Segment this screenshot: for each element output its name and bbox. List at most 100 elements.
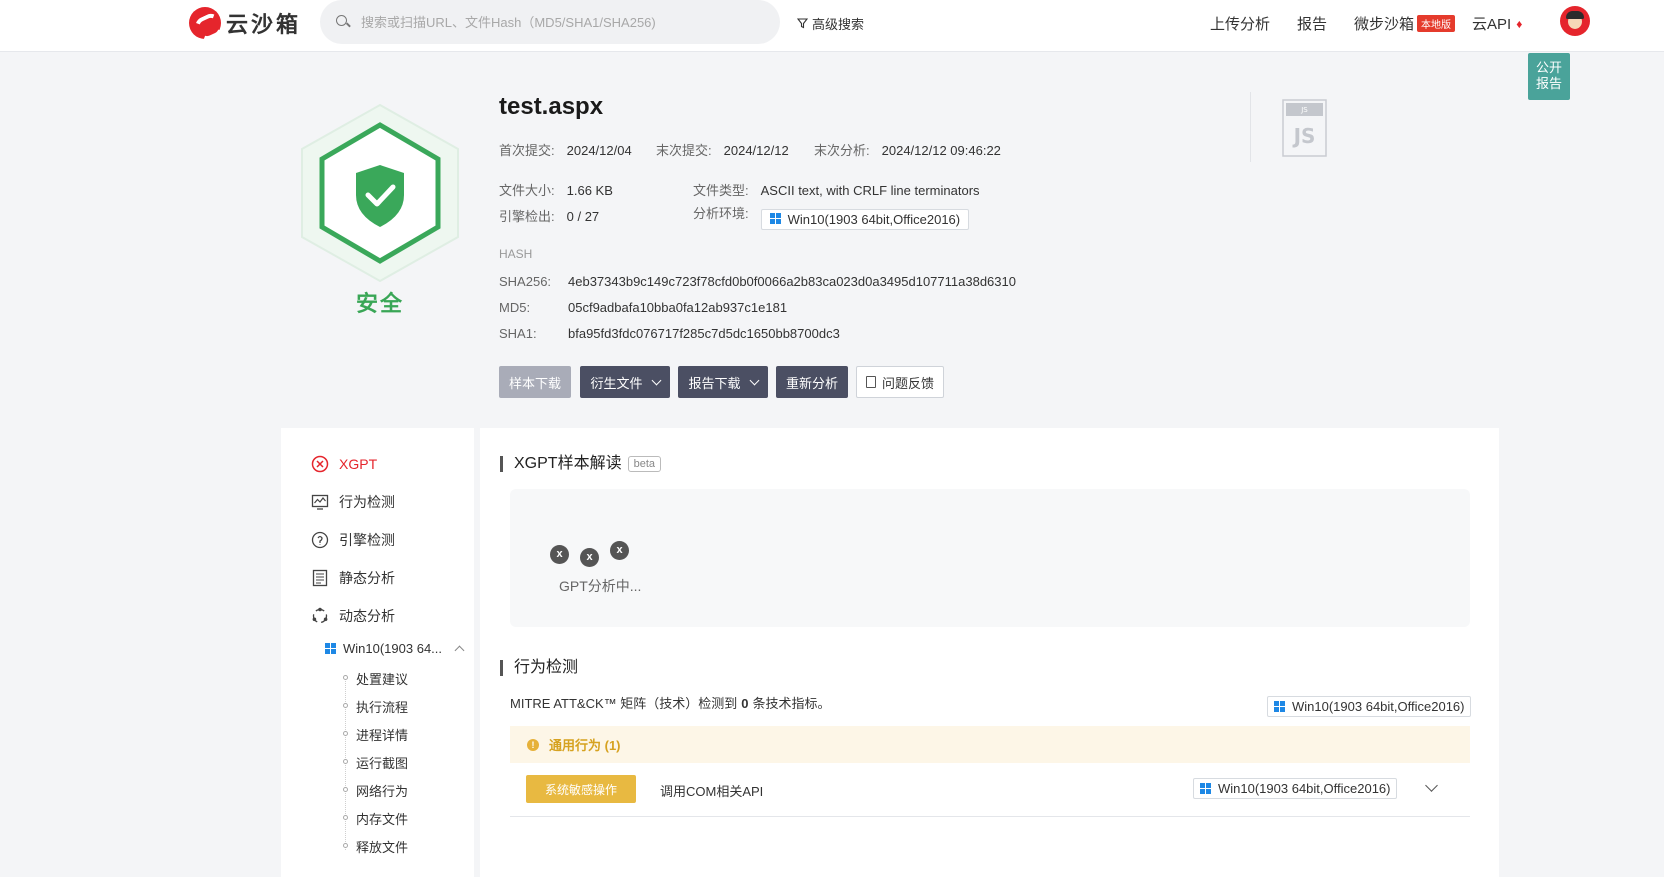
mitre-suffix: 条技术指标。 xyxy=(752,696,831,711)
sidebar-sub-item[interactable]: 执行流程 xyxy=(356,697,408,716)
windows-icon xyxy=(1274,700,1286,713)
sidebar-item-xgpt[interactable]: XGPT xyxy=(311,453,377,475)
sidebar-item-label: XGPT xyxy=(339,456,378,472)
monitor-chart-icon xyxy=(311,493,329,511)
nav-upload-analysis[interactable]: 上传分析 xyxy=(1210,13,1270,34)
md5-label: MD5: xyxy=(499,300,531,315)
analysis-env-label: 分析环境: xyxy=(693,206,749,221)
last-analysis-value: 2024/12/12 09:46:22 xyxy=(881,143,1001,158)
filter-icon xyxy=(797,18,808,29)
hash-heading: HASH xyxy=(499,247,533,261)
engine-detection: 引擎检出: 0 / 27 xyxy=(499,206,599,225)
file-name: test.aspx xyxy=(499,93,604,120)
sidebar-sub-item[interactable]: 处置建议 xyxy=(356,669,408,688)
chevron-down-icon xyxy=(651,375,661,385)
sidebar-env-toggle[interactable]: Win10(1903 64... xyxy=(325,641,465,656)
file-type-label: 文件类型: xyxy=(693,183,749,198)
public-report-line1: 公开 xyxy=(1535,60,1562,75)
sidebar-item-static[interactable]: 静态分析 xyxy=(311,567,395,589)
general-behavior-label: 通用行为 (1) xyxy=(549,738,621,753)
report-download-button[interactable]: 报告下载 xyxy=(678,366,768,398)
sidebar-sub-item[interactable]: 运行截图 xyxy=(356,753,408,772)
first-submit-value: 2024/12/04 xyxy=(566,143,632,158)
file-size: 文件大小: 1.66 KB xyxy=(499,180,613,199)
file-type-value: ASCII text, with CRLF line terminators xyxy=(760,183,980,198)
last-submit-label: 末次提交: xyxy=(656,143,712,158)
public-report-button[interactable]: 公开 报告 xyxy=(1528,53,1570,100)
search-input[interactable] xyxy=(361,14,761,30)
sidebar-sub-item[interactable]: 内存文件 xyxy=(356,809,408,828)
advanced-search-button[interactable]: 高级搜索 xyxy=(797,14,864,33)
first-submit-label: 首次提交: xyxy=(499,143,555,158)
chevron-down-icon xyxy=(749,375,759,385)
report-download-label: 报告下载 xyxy=(688,375,741,391)
sha1-value: bfa95fd3fdc076717f285c7d5dc1650bb8700dc3 xyxy=(568,326,840,341)
tree-bullet xyxy=(343,815,348,820)
last-submit-value: 2024/12/12 xyxy=(723,143,789,158)
behavior-title-text: 行为检测 xyxy=(514,659,579,676)
analysis-env-value: Win10(1903 64bit,Office2016) xyxy=(787,211,961,227)
nav-report[interactable]: 报告 xyxy=(1297,13,1327,34)
maple-leaf-icon: ♦ xyxy=(1516,16,1523,31)
xgpt-icon xyxy=(311,455,329,473)
nav-micro-sandbox[interactable]: 微步沙箱 本地版 xyxy=(1354,13,1456,34)
sidebar-sub-item[interactable]: 进程详情 xyxy=(356,725,408,744)
general-behavior-header[interactable]: ! 通用行为 (1) xyxy=(510,726,1470,763)
derived-files-button[interactable]: 衍生文件 xyxy=(580,366,670,398)
last-submit: 末次提交: 2024/12/12 xyxy=(656,140,789,159)
analysis-env-chip[interactable]: Win10(1903 64bit,Office2016) xyxy=(760,208,970,230)
sidebar-item-label: 静态分析 xyxy=(339,570,395,586)
logo-icon xyxy=(189,7,221,39)
behavior-row-env-chip: Win10(1903 64bit,Office2016) xyxy=(1193,778,1398,799)
sidebar-sub-item[interactable]: 释放文件 xyxy=(356,837,408,856)
sha256-label: SHA256: xyxy=(499,274,552,289)
list-document-icon xyxy=(311,569,329,587)
behavior-row-text: 调用COM相关API xyxy=(660,784,764,799)
loading-dot-icon: x xyxy=(580,548,599,567)
sidebar-item-label: 行为检测 xyxy=(339,494,395,510)
behavior-env-label: Win10(1903 64bit,Office2016) xyxy=(1292,699,1465,714)
xgpt-section-title: XGPT样本解读 beta xyxy=(500,456,661,472)
safety-verdict-badge xyxy=(298,103,462,283)
file-size-value: 1.66 KB xyxy=(566,183,613,198)
sidebar-sub-item[interactable]: 网络行为 xyxy=(356,781,408,800)
beta-badge: beta xyxy=(627,456,661,472)
last-analysis: 末次分析: 2024/12/12 09:46:22 xyxy=(814,140,1001,159)
sha1-row: SHA1: bfa95fd3fdc076717f285c7d5dc1650bb87… xyxy=(499,326,840,341)
xgpt-title-text: XGPT样本解读 xyxy=(514,455,622,472)
engine-detection-label: 引擎检出: xyxy=(499,209,555,224)
feedback-button[interactable]: 问题反馈 xyxy=(856,366,944,398)
behavior-env-chip[interactable]: Win10(1903 64bit,Office2016) xyxy=(1267,696,1472,717)
engine-detection-value: 0 / 27 xyxy=(566,209,600,224)
search-bar[interactable] xyxy=(320,0,780,44)
last-analysis-label: 末次分析: xyxy=(814,143,870,158)
derived-files-label: 衍生文件 xyxy=(590,375,643,391)
tree-bullet xyxy=(343,787,348,792)
sha1-label: SHA1: xyxy=(499,326,537,341)
file-size-label: 文件大小: xyxy=(499,183,555,198)
js-file-big-label: JS xyxy=(1292,124,1316,148)
loading-dot-icon: x xyxy=(610,541,629,560)
sidebar-item-engine[interactable]: 引擎检测 xyxy=(311,529,395,551)
logo[interactable]: 云沙箱 xyxy=(189,7,301,39)
sha256-value: 4eb37343b9c149c723f78cfd0b0f0066a2b83ca0… xyxy=(568,274,1016,289)
xgpt-result-box xyxy=(510,489,1470,627)
mitre-summary: MITRE ATT&CK™ 矩阵（技术）检测到 0 条技术指标。 xyxy=(510,693,831,712)
gpt-loading-text: GPT分析中... xyxy=(559,578,642,594)
public-report-line2: 报告 xyxy=(1535,76,1562,91)
nav-cloud-api[interactable]: 云API ♦ xyxy=(1472,13,1522,34)
md5-value: 05cf9adbafa10bba0fa12ab937c1e181 xyxy=(568,300,788,315)
behavior-section-title: 行为检测 xyxy=(500,660,578,676)
user-avatar[interactable] xyxy=(1560,6,1590,36)
file-type: 文件类型: ASCII text, with CRLF line terminat… xyxy=(693,180,980,199)
reanalyze-button[interactable]: 重新分析 xyxy=(776,366,848,398)
behavior-row-env-label: Win10(1903 64bit,Office2016) xyxy=(1218,781,1391,796)
sidebar-item-dynamic[interactable]: 动态分析 xyxy=(311,605,395,627)
verdict-status: 安全 xyxy=(355,291,404,316)
js-file-icon: JS JS xyxy=(1282,99,1327,157)
tree-bullet xyxy=(343,759,348,764)
sidebar-item-label: 动态分析 xyxy=(339,608,395,624)
download-sample-button[interactable]: 样本下载 xyxy=(499,366,571,398)
sidebar-item-behavior[interactable]: 行为检测 xyxy=(311,491,395,513)
feedback-label: 问题反馈 xyxy=(881,375,934,391)
